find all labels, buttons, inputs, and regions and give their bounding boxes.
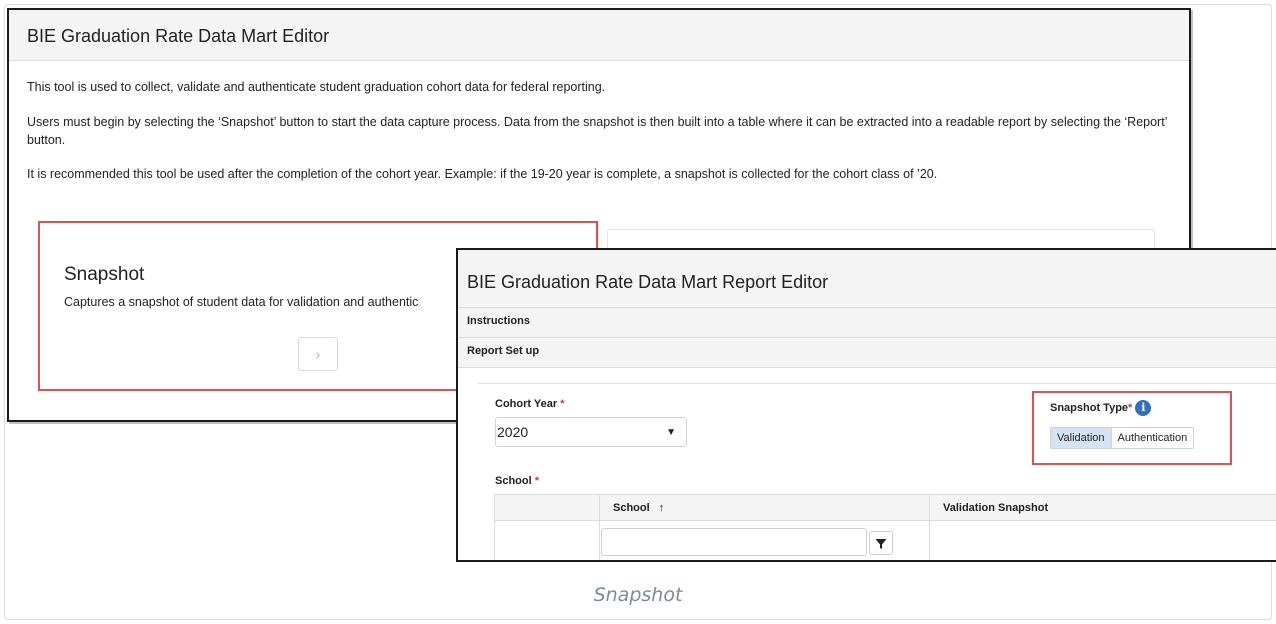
section-instructions[interactable]: Instructions xyxy=(458,308,1276,338)
snapshot-card-title: Snapshot xyxy=(64,264,145,285)
school-grid: School ↑ Validation Snapshot xyxy=(494,494,1276,560)
snapshot-type-validation-option[interactable]: Validation xyxy=(1051,428,1112,448)
required-marker: * xyxy=(560,398,565,410)
school-label: School * xyxy=(495,475,540,487)
snapshot-card-description: Captures a snapshot of student data for … xyxy=(64,295,419,309)
snapshot-open-button[interactable]: › xyxy=(298,337,338,371)
editor-description: This tool is used to collect, validate a… xyxy=(9,61,1189,183)
school-filter-input[interactable] xyxy=(601,528,867,556)
cohort-year-label: Cohort Year * xyxy=(495,398,565,410)
filter-button[interactable] xyxy=(869,531,893,555)
editor-header: BIE Graduation Rate Data Mart Editor xyxy=(9,10,1189,61)
editor-title: BIE Graduation Rate Data Mart Editor xyxy=(27,26,330,46)
report-editor-window: BIE Graduation Rate Data Mart Report Edi… xyxy=(456,248,1276,562)
filter-icon xyxy=(875,538,887,549)
validation-snapshot-column-header[interactable]: Validation Snapshot xyxy=(943,502,1048,514)
section-report-setup-label: Report Set up xyxy=(467,345,540,357)
section-instructions-label: Instructions xyxy=(467,315,530,327)
report-editor-header: BIE Graduation Rate Data Mart Report Edi… xyxy=(458,250,1276,308)
column-divider xyxy=(599,495,600,560)
report-editor-title: BIE Graduation Rate Data Mart Report Edi… xyxy=(467,272,829,292)
divider xyxy=(478,383,1276,384)
column-divider xyxy=(929,495,930,560)
cohort-year-select[interactable]: 2020 ▼ xyxy=(495,417,687,447)
chevron-right-icon: › xyxy=(315,346,321,362)
sort-ascending-icon: ↑ xyxy=(658,502,665,514)
description-paragraph-1: This tool is used to collect, validate a… xyxy=(27,80,606,94)
snapshot-type-label: Snapshot Type* i xyxy=(1050,400,1152,416)
dropdown-arrow-icon: ▼ xyxy=(666,427,676,438)
figure-caption: Snapshot xyxy=(593,584,683,606)
snapshot-type-authentication-option[interactable]: Authentication xyxy=(1111,428,1194,448)
snapshot-type-toggle: Validation Authentication xyxy=(1050,427,1195,449)
info-icon[interactable]: i xyxy=(1135,400,1152,416)
required-marker: * xyxy=(1128,401,1133,414)
cohort-year-value: 2020 xyxy=(497,424,529,440)
description-paragraph-2: Users must begin by selecting the ‘Snaps… xyxy=(27,115,1168,147)
section-report-setup[interactable]: Report Set up xyxy=(458,338,1276,368)
description-paragraph-3: It is recommended this tool be used afte… xyxy=(27,167,938,181)
school-column-header[interactable]: School ↑ xyxy=(613,502,664,514)
required-marker: * xyxy=(534,475,540,487)
report-setup-panel: Cohort Year * 2020 ▼ Snapshot Type* i Val… xyxy=(458,370,1276,560)
